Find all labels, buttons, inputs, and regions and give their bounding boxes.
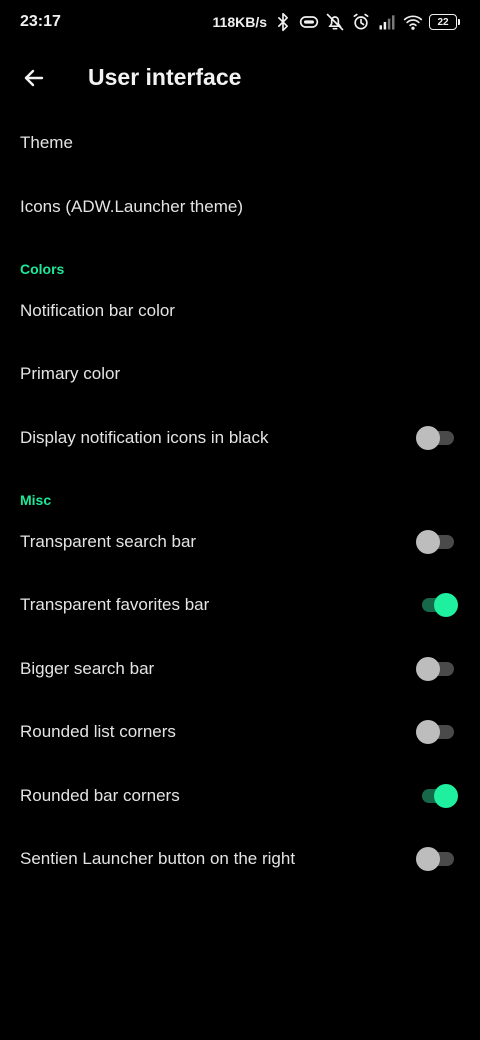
arrow-left-icon [24, 69, 44, 87]
status-bar: 23:17 118KB/s 22 [0, 0, 480, 44]
toggle-switch[interactable] [416, 845, 456, 873]
toggle-switch[interactable] [416, 528, 456, 556]
app-bar: User interface [0, 48, 480, 108]
pref-label: Transparent favorites bar [20, 595, 210, 614]
pref-label: Notification bar color [20, 301, 175, 320]
back-button[interactable] [16, 60, 52, 96]
pref-icons[interactable]: Icons (ADW.Launcher theme) [0, 179, 480, 235]
pref-notification-bar-color[interactable]: Notification bar color [0, 283, 480, 339]
status-time: 23:17 [20, 13, 61, 30]
battery-level: 22 [429, 14, 457, 30]
pref-label: Display notification icons in black [20, 428, 269, 447]
status-icons: 118KB/s 22 [213, 10, 460, 34]
pref-label: Transparent search bar [20, 532, 197, 551]
toggle-switch[interactable] [416, 655, 456, 683]
pref-rounded-list-corners[interactable]: Rounded list corners [0, 704, 480, 760]
section-header-colors: Colors [20, 261, 65, 277]
pref-bigger-search-bar[interactable]: Bigger search bar [0, 641, 480, 697]
bluetooth-icon [273, 12, 293, 32]
pref-label: Rounded bar corners [20, 786, 180, 805]
toggle-switch[interactable] [418, 591, 458, 619]
pref-theme[interactable]: Theme [0, 115, 480, 171]
pref-transparent-favorites-bar[interactable]: Transparent favorites bar [0, 577, 480, 633]
pref-launcher-button-right[interactable]: Sentien Launcher button on the right [0, 831, 480, 887]
pref-label: Icons (ADW.Launcher theme) [20, 197, 243, 216]
network-speed: 118KB/s [212, 14, 267, 30]
pref-label: Sentien Launcher button on the right [20, 849, 296, 868]
alarm-icon [351, 12, 371, 32]
mute-icon [325, 12, 345, 32]
pref-label: Primary color [20, 364, 121, 383]
section-header-misc: Misc [20, 492, 52, 508]
pref-notification-icons-black[interactable]: Display notification icons in black [0, 410, 480, 466]
pref-label: Theme [20, 133, 73, 152]
pref-label: Bigger search bar [20, 659, 155, 678]
page-title: User interface [88, 64, 242, 90]
pref-transparent-search-bar[interactable]: Transparent search bar [0, 514, 480, 570]
pref-rounded-bar-corners[interactable]: Rounded bar corners [0, 768, 480, 824]
pref-primary-color[interactable]: Primary color [0, 346, 480, 402]
toggle-switch[interactable] [418, 782, 458, 810]
hd-voice-icon [299, 12, 319, 32]
wifi-icon [403, 12, 423, 32]
signal-icon [377, 12, 397, 32]
toggle-switch[interactable] [416, 718, 456, 746]
pref-label: Rounded list corners [20, 722, 176, 741]
battery-icon: 22 [429, 14, 460, 30]
toggle-switch[interactable] [416, 424, 456, 452]
